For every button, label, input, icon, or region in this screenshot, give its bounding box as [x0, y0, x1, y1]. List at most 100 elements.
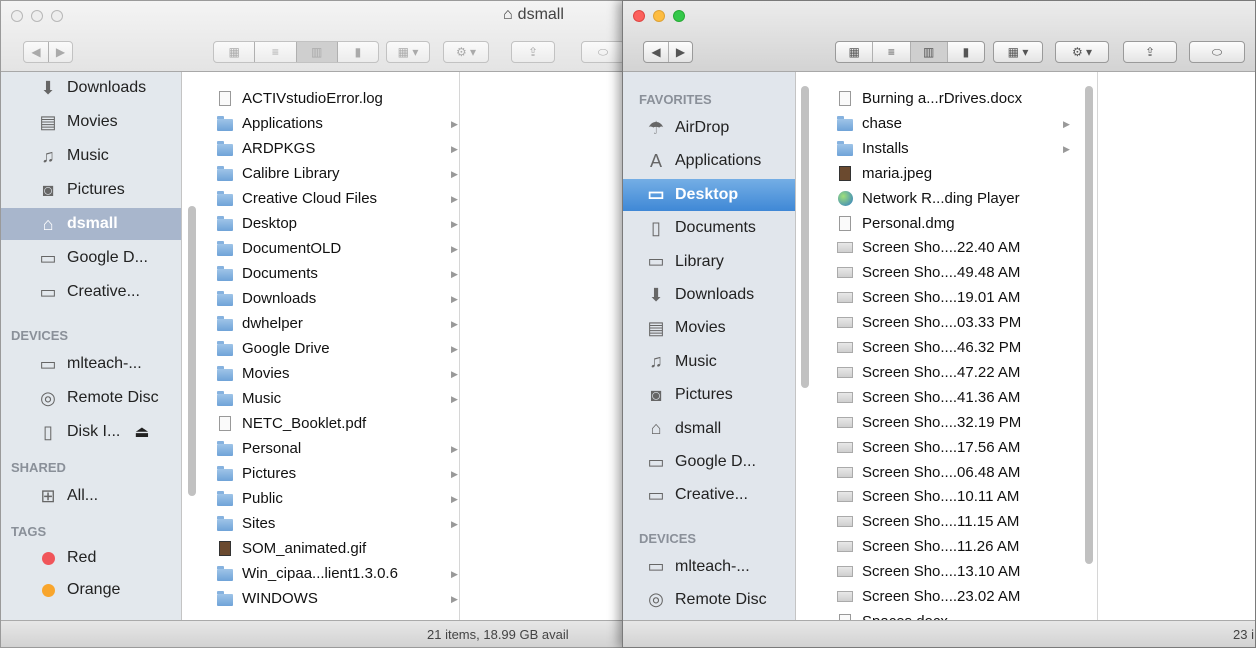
file-row[interactable]: Screen Sho....13.10 AM — [837, 559, 1020, 584]
sidebar-scrollbar[interactable] — [801, 86, 809, 388]
file-row[interactable]: NETC_Booklet.pdf — [217, 411, 366, 436]
file-row[interactable]: Screen Sho....19.01 AM — [837, 285, 1020, 310]
sidebar-item[interactable]: ◙ Pictures — [623, 379, 795, 411]
close-button[interactable] — [11, 10, 23, 22]
sidebar-item[interactable]: ▭ Google D... — [623, 446, 795, 478]
file-row[interactable]: Creative Cloud Files — [217, 186, 377, 211]
file-row[interactable]: Installs — [837, 136, 909, 161]
disclosure-arrow-icon[interactable]: ▶ — [451, 344, 458, 355]
sidebar-item[interactable]: ♫ Music — [623, 346, 795, 378]
file-row[interactable]: DocumentOLD — [217, 236, 341, 261]
coverflow-view-button[interactable]: ▮ — [948, 42, 984, 62]
disclosure-arrow-icon[interactable]: ▶ — [451, 519, 458, 530]
file-row[interactable]: Screen Sho....47.22 AM — [837, 360, 1020, 385]
sidebar-item[interactable]: ▭ mlteach-... — [1, 348, 181, 380]
disclosure-arrow-icon[interactable]: ▶ — [451, 569, 458, 580]
eject-icon[interactable]: ⏏ — [134, 422, 149, 442]
action-button[interactable]: ⚙ ▾ — [443, 41, 489, 63]
file-row[interactable]: Screen Sho....49.48 AM — [837, 260, 1020, 285]
sidebar-item[interactable]: ⬇ Downloads — [1, 72, 181, 104]
file-row[interactable]: Personal — [217, 436, 301, 461]
disclosure-arrow-icon[interactable]: ▶ — [451, 269, 458, 280]
icon-view-button[interactable]: ▦ — [214, 42, 256, 62]
sidebar-item[interactable]: ⊞ All... — [1, 480, 181, 512]
disclosure-arrow-icon[interactable]: ▶ — [451, 194, 458, 205]
forward-button[interactable]: ▶ — [669, 42, 692, 62]
file-row[interactable]: Screen Sho....17.56 AM — [837, 435, 1020, 460]
arrange-button[interactable]: ▦ ▾ — [386, 41, 430, 63]
file-row[interactable]: Network R...ding Player — [837, 186, 1020, 211]
file-row[interactable]: Music — [217, 386, 281, 411]
coverflow-view-button[interactable]: ▮ — [338, 42, 378, 62]
sidebar-item[interactable]: ◙ Pictures — [1, 174, 181, 206]
sidebar-item[interactable]: Red — [1, 542, 181, 574]
disclosure-arrow-icon[interactable]: ▶ — [451, 144, 458, 155]
sidebar-item[interactable]: ▭ Google D... — [1, 242, 181, 274]
sidebar-item[interactable]: ◎ Remote Disc — [623, 584, 795, 616]
file-row[interactable]: Screen Sho....46.32 PM — [837, 335, 1021, 360]
arrange-button[interactable]: ▦ ▾ — [993, 41, 1043, 63]
sidebar-item[interactable]: ▭ Library — [623, 246, 795, 278]
sidebar-item[interactable]: ▭ mlteach-... — [623, 551, 795, 583]
sidebar-item[interactable]: ♫ Music — [1, 140, 181, 172]
sidebar-item[interactable]: ▯ Disk I... ⏏ — [1, 416, 181, 448]
file-row[interactable]: Screen Sho....10.11 AM — [837, 484, 1019, 509]
tags-button[interactable]: ⬭ — [581, 41, 625, 63]
disclosure-arrow-icon[interactable]: ▶ — [1063, 119, 1070, 130]
file-row[interactable]: Calibre Library — [217, 161, 340, 186]
file-row[interactable]: Screen Sho....41.36 AM — [837, 385, 1020, 410]
action-button[interactable]: ⚙ ▾ — [1055, 41, 1109, 63]
file-row[interactable]: WINDOWS — [217, 586, 318, 611]
zoom-button[interactable] — [673, 10, 685, 22]
sidebar-item[interactable]: ◎ Remote Disc — [1, 382, 181, 414]
file-row[interactable]: Screen Sho....06.48 AM — [837, 460, 1020, 485]
file-row[interactable]: maria.jpeg — [837, 161, 932, 186]
file-row[interactable]: Pictures — [217, 461, 296, 486]
column-divider[interactable] — [459, 72, 460, 621]
list-view-button[interactable]: ≡ — [873, 42, 911, 62]
sidebar-item[interactable]: ⌂ dsmall — [623, 413, 795, 445]
column-view-button[interactable]: ▥ — [296, 42, 338, 62]
disclosure-arrow-icon[interactable]: ▶ — [451, 319, 458, 330]
file-row[interactable]: Screen Sho....32.19 PM — [837, 410, 1021, 435]
file-row[interactable]: Sites — [217, 511, 275, 536]
file-row[interactable]: Google Drive — [217, 336, 330, 361]
back-button[interactable]: ◀ — [24, 42, 49, 62]
sidebar-item[interactable]: ☂ AirDrop — [623, 112, 795, 144]
file-row[interactable]: Public — [217, 486, 283, 511]
close-button[interactable] — [633, 10, 645, 22]
disclosure-arrow-icon[interactable]: ▶ — [451, 244, 458, 255]
column-view-button[interactable]: ▥ — [910, 42, 948, 62]
disclosure-arrow-icon[interactable]: ▶ — [451, 169, 458, 180]
file-row[interactable]: Downloads — [217, 286, 316, 311]
disclosure-arrow-icon[interactable]: ▶ — [451, 494, 458, 505]
disclosure-arrow-icon[interactable]: ▶ — [451, 594, 458, 605]
icon-view-button[interactable]: ▦ — [836, 42, 874, 62]
file-row[interactable]: SOM_animated.gif — [217, 536, 366, 561]
sidebar-item[interactable]: ▭ Creative... — [1, 276, 181, 308]
disclosure-arrow-icon[interactable]: ▶ — [451, 369, 458, 380]
column-divider[interactable] — [1097, 72, 1098, 621]
file-row[interactable]: Win_cipaa...lient1.3.0.6 — [217, 561, 398, 586]
forward-button[interactable]: ▶ — [49, 42, 72, 62]
sidebar-item[interactable]: ▯ Documents — [623, 212, 795, 244]
file-row[interactable]: ARDPKGS — [217, 136, 315, 161]
sidebar-item[interactable]: ⬇ Downloads — [623, 279, 795, 311]
file-row[interactable]: Screen Sho....03.33 PM — [837, 310, 1021, 335]
file-row[interactable]: Screen Sho....23.02 AM — [837, 584, 1020, 609]
back-button[interactable]: ◀ — [644, 42, 669, 62]
share-button[interactable]: ⇪ — [511, 41, 555, 63]
sidebar-item[interactable]: ▤ Movies — [623, 312, 795, 344]
disclosure-arrow-icon[interactable]: ▶ — [451, 219, 458, 230]
sidebar-item[interactable]: ⌂ dsmall — [1, 208, 181, 240]
file-column-scrollbar[interactable] — [1085, 86, 1093, 564]
share-button[interactable]: ⇪ — [1123, 41, 1177, 63]
minimize-button[interactable] — [31, 10, 43, 22]
sidebar-item[interactable]: A Applications — [623, 145, 795, 177]
file-row[interactable]: Screen Sho....22.40 AM — [837, 235, 1020, 260]
sidebar-item[interactable]: ▭ Creative... — [623, 479, 795, 511]
sidebar-scrollbar[interactable] — [188, 206, 196, 496]
sidebar-item[interactable]: ▭ Desktop — [623, 178, 795, 211]
list-view-button[interactable]: ≡ — [255, 42, 297, 62]
zoom-button[interactable] — [51, 10, 63, 22]
